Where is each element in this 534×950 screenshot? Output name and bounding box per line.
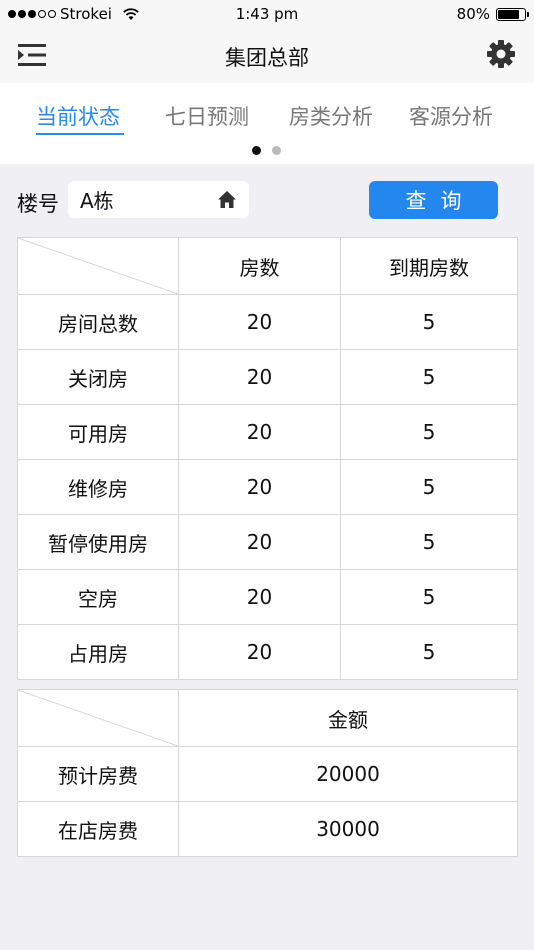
diagonal-line bbox=[18, 690, 178, 746]
table-corner-cell bbox=[17, 689, 179, 747]
nav-bar: 集团总部 bbox=[0, 28, 534, 83]
building-label: 楼号 bbox=[17, 192, 59, 216]
tab-current-status[interactable]: 当前状态 bbox=[36, 101, 120, 131]
amount-cell: 30000 bbox=[178, 801, 518, 857]
header-due-rooms: 到期房数 bbox=[340, 237, 518, 295]
active-tab-indicator bbox=[36, 133, 124, 135]
due-count-cell: 5 bbox=[340, 404, 518, 460]
table-header-row: 金额 bbox=[17, 689, 518, 747]
row-label: 预计房费 bbox=[17, 746, 179, 802]
row-label: 维修房 bbox=[17, 459, 179, 515]
header-room-count: 房数 bbox=[178, 237, 341, 295]
status-right: 80% bbox=[456, 5, 529, 23]
row-label: 暂停使用房 bbox=[17, 514, 179, 570]
due-count-cell: 5 bbox=[340, 349, 518, 405]
due-count-cell: 5 bbox=[340, 624, 518, 680]
building-field[interactable] bbox=[68, 181, 249, 218]
due-count-cell: 5 bbox=[340, 514, 518, 570]
due-count-cell: 5 bbox=[340, 294, 518, 350]
table-row: 占用房 20 5 bbox=[17, 624, 518, 680]
table-header-row: 房数 到期房数 bbox=[17, 237, 518, 295]
room-count-cell: 20 bbox=[178, 294, 341, 350]
battery-icon bbox=[496, 7, 529, 21]
table-row: 关闭房 20 5 bbox=[17, 349, 518, 405]
due-count-cell: 5 bbox=[340, 459, 518, 515]
room-count-cell: 20 bbox=[178, 624, 341, 680]
tab-room-type-analysis[interactable]: 房类分析 bbox=[289, 101, 373, 131]
room-count-cell: 20 bbox=[178, 514, 341, 570]
query-button[interactable]: 查询 bbox=[369, 181, 498, 219]
due-count-cell: 5 bbox=[340, 569, 518, 625]
gear-icon[interactable] bbox=[486, 39, 516, 69]
table-row: 房间总数 20 5 bbox=[17, 294, 518, 350]
room-count-cell: 20 bbox=[178, 569, 341, 625]
home-icon[interactable] bbox=[217, 190, 237, 209]
row-label: 关闭房 bbox=[17, 349, 179, 405]
row-label: 可用房 bbox=[17, 404, 179, 460]
battery-percent: 80% bbox=[456, 5, 490, 23]
row-label: 在店房费 bbox=[17, 801, 179, 857]
room-fee-table: 金额 预计房费 20000 在店房费 30000 bbox=[17, 689, 518, 857]
status-bar: Strokei 1:43 pm 80% bbox=[0, 0, 534, 28]
header-amount: 金额 bbox=[178, 689, 518, 747]
status-time: 1:43 pm bbox=[235, 5, 299, 23]
tab-guest-source-analysis[interactable]: 客源分析 bbox=[409, 101, 493, 131]
room-status-table: 房数 到期房数 房间总数 20 5 关闭房 20 5 可用房 20 5 维修房 … bbox=[17, 237, 518, 680]
room-count-cell: 20 bbox=[178, 349, 341, 405]
row-label: 占用房 bbox=[17, 624, 179, 680]
page-indicator bbox=[252, 146, 281, 155]
page-title: 集团总部 bbox=[225, 46, 309, 70]
tab-bar: 当前状态 七日预测 房类分析 客源分析 bbox=[0, 83, 534, 164]
diagonal-line bbox=[18, 238, 178, 294]
page-dot[interactable] bbox=[252, 146, 261, 155]
room-count-cell: 20 bbox=[178, 459, 341, 515]
table-row: 可用房 20 5 bbox=[17, 404, 518, 460]
row-label: 房间总数 bbox=[17, 294, 179, 350]
table-corner-cell bbox=[17, 237, 179, 295]
table-row: 维修房 20 5 bbox=[17, 459, 518, 515]
table-row: 在店房费 30000 bbox=[17, 801, 518, 857]
amount-cell: 20000 bbox=[178, 746, 518, 802]
page-dot[interactable] bbox=[272, 146, 281, 155]
table-row: 空房 20 5 bbox=[17, 569, 518, 625]
room-count-cell: 20 bbox=[178, 404, 341, 460]
table-row: 预计房费 20000 bbox=[17, 746, 518, 802]
table-row: 暂停使用房 20 5 bbox=[17, 514, 518, 570]
tab-seven-day-forecast[interactable]: 七日预测 bbox=[165, 101, 249, 131]
row-label: 空房 bbox=[17, 569, 179, 625]
building-input[interactable] bbox=[80, 186, 210, 212]
